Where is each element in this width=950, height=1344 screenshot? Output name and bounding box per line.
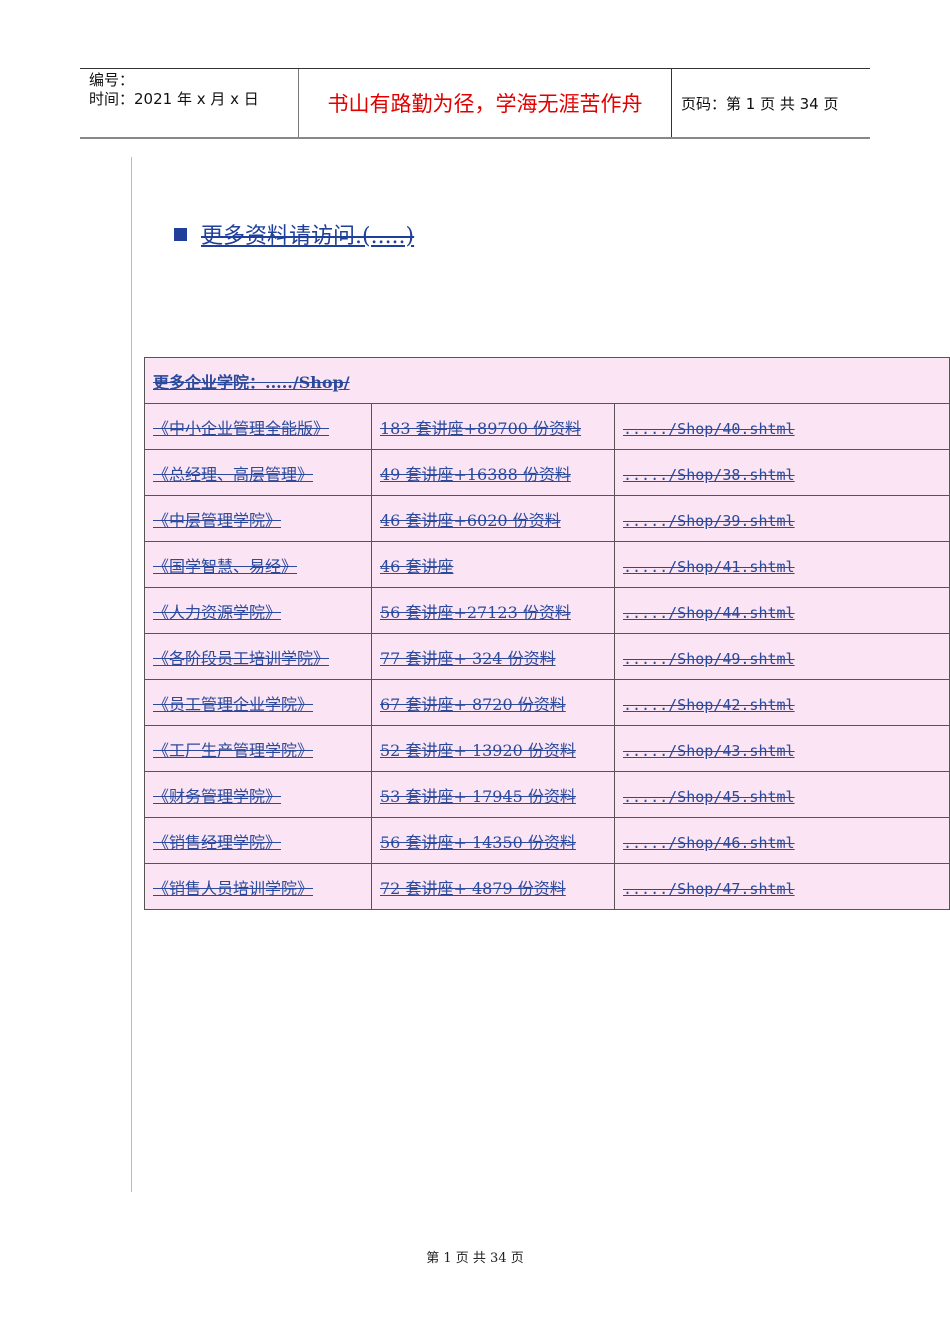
margin-line — [131, 157, 132, 1192]
table-cell: ...../Shop/42.shtml — [614, 679, 950, 726]
table-row: 《工厂生产管理学院》 52 套讲座+ 13920 份资料 ...../Shop/43… — [144, 725, 950, 772]
table-cell: ...../Shop/41.shtml — [614, 541, 950, 588]
table-cell: ...../Shop/38.shtml — [614, 449, 950, 496]
number-label: 编号： — [89, 71, 135, 89]
table-cell: 《员工管理企业学院》 — [144, 679, 372, 726]
course-count-link[interactable]: 67 套讲座+ 8720 份资料 — [380, 695, 566, 714]
course-table: 更多企业学院：...../Shop/ 《中小企业管理全能版》 183 套讲座+89… — [144, 357, 950, 910]
course-name-link[interactable]: 《财务管理学院》 — [153, 787, 281, 806]
table-cell: ...../Shop/39.shtml — [614, 495, 950, 542]
table-cell: 《各阶段员工培训学院》 — [144, 633, 372, 680]
table-row: 《各阶段员工培训学院》 77 套讲座+ 324 份资料 ...../Shop/49.… — [144, 633, 950, 680]
document-page: 编号： 时间：2021 年 x 月 x 日 书山有路勤为径，学海无涯苦作舟 页码… — [0, 0, 950, 1344]
table-cell: ...../Shop/49.shtml — [614, 633, 950, 680]
more-resources: 更多资料请访问.(.....) — [174, 218, 414, 250]
course-count-link[interactable]: 52 套讲座+ 13920 份资料 — [380, 741, 576, 760]
table-header-row: 更多企业学院：...../Shop/ — [144, 357, 950, 404]
table-cell: ...../Shop/44.shtml — [614, 587, 950, 634]
time-label: 时间：2021 年 x 月 x 日 — [89, 90, 259, 108]
table-cell: 《中小企业管理全能版》 — [144, 403, 372, 450]
table-cell: 56 套讲座+ 14350 份资料 — [371, 817, 615, 864]
square-bullet-icon — [174, 227, 187, 241]
course-name-link[interactable]: 《人力资源学院》 — [153, 603, 281, 622]
table-cell: 77 套讲座+ 324 份资料 — [371, 633, 615, 680]
table-row: 《销售人员培训学院》 72 套讲座+ 4879 份资料 ...../Shop/47.… — [144, 863, 950, 910]
course-name-link[interactable]: 《国学智慧、易经》 — [153, 557, 297, 576]
table-row: 《中层管理学院》 46 套讲座+6020 份资料 ...../Shop/39.sht… — [144, 495, 950, 542]
table-cell: 《工厂生产管理学院》 — [144, 725, 372, 772]
table-row: 《人力资源学院》 56 套讲座+27123 份资料 ...../Shop/44.sh… — [144, 587, 950, 634]
course-name-link[interactable]: 《销售经理学院》 — [153, 833, 281, 852]
table-cell: 《中层管理学院》 — [144, 495, 372, 542]
course-url-link[interactable]: ...../Shop/38.shtml — [623, 466, 795, 484]
table-cell: 67 套讲座+ 8720 份资料 — [371, 679, 615, 726]
table-cell: 53 套讲座+ 17945 份资料 — [371, 771, 615, 818]
table-cell: 《销售经理学院》 — [144, 817, 372, 864]
course-count-link[interactable]: 53 套讲座+ 17945 份资料 — [380, 787, 576, 806]
table-cell: 183 套讲座+89700 份资料 — [371, 403, 615, 450]
course-name-link[interactable]: 《中小企业管理全能版》 — [153, 419, 329, 438]
table-cell: ...../Shop/46.shtml — [614, 817, 950, 864]
table-cell: 《财务管理学院》 — [144, 771, 372, 818]
table-cell: 46 套讲座 — [371, 541, 615, 588]
table-row: 《国学智慧、易经》 46 套讲座 ...../Shop/41.shtml — [144, 541, 950, 588]
table-cell: 《国学智慧、易经》 — [144, 541, 372, 588]
course-name-link[interactable]: 《各阶段员工培训学院》 — [153, 649, 329, 668]
course-url-link[interactable]: ...../Shop/39.shtml — [623, 512, 795, 530]
course-url-link[interactable]: ...../Shop/40.shtml — [623, 420, 795, 438]
table-cell: ...../Shop/43.shtml — [614, 725, 950, 772]
course-count-link[interactable]: 46 套讲座+6020 份资料 — [380, 511, 561, 530]
table-cell: ...../Shop/45.shtml — [614, 771, 950, 818]
table-row: 《中小企业管理全能版》 183 套讲座+89700 份资料 ...../Shop/4… — [144, 403, 950, 450]
course-url-link[interactable]: ...../Shop/49.shtml — [623, 650, 795, 668]
table-row: 《财务管理学院》 53 套讲座+ 17945 份资料 ...../Shop/45.s… — [144, 771, 950, 818]
table-cell: 56 套讲座+27123 份资料 — [371, 587, 615, 634]
course-url-link[interactable]: ...../Shop/47.shtml — [623, 880, 795, 898]
table-cell: 52 套讲座+ 13920 份资料 — [371, 725, 615, 772]
table-header-link[interactable]: 更多企业学院：...../Shop/ — [153, 373, 350, 392]
course-name-link[interactable]: 《总经理、高层管理》 — [153, 465, 313, 484]
course-name-link[interactable]: 《中层管理学院》 — [153, 511, 281, 530]
course-name-link[interactable]: 《工厂生产管理学院》 — [153, 741, 313, 760]
course-url-link[interactable]: ...../Shop/43.shtml — [623, 742, 795, 760]
course-url-link[interactable]: ...../Shop/41.shtml — [623, 558, 795, 576]
course-name-link[interactable]: 《员工管理企业学院》 — [153, 695, 313, 714]
course-name-link[interactable]: 《销售人员培训学院》 — [153, 879, 313, 898]
course-count-link[interactable]: 56 套讲座+ 14350 份资料 — [380, 833, 576, 852]
table-cell: 《总经理、高层管理》 — [144, 449, 372, 496]
course-count-link[interactable]: 49 套讲座+16388 份资料 — [380, 465, 571, 484]
page-header: 编号： 时间：2021 年 x 月 x 日 书山有路勤为径，学海无涯苦作舟 页码… — [80, 68, 870, 139]
course-count-link[interactable]: 72 套讲座+ 4879 份资料 — [380, 879, 566, 898]
page-info: 页码：第 1 页 共 34 页 — [681, 94, 839, 113]
course-count-link[interactable]: 56 套讲座+27123 份资料 — [380, 603, 571, 622]
table-cell: 49 套讲座+16388 份资料 — [371, 449, 615, 496]
course-count-link[interactable]: 183 套讲座+89700 份资料 — [380, 419, 581, 438]
motto: 书山有路勤为径，学海无涯苦作舟 — [299, 69, 672, 137]
header-meta: 编号： 时间：2021 年 x 月 x 日 — [80, 69, 299, 137]
table-row: 《员工管理企业学院》 67 套讲座+ 8720 份资料 ...../Shop/42.… — [144, 679, 950, 726]
course-count-link[interactable]: 46 套讲座 — [380, 557, 453, 576]
more-resources-link[interactable]: 更多资料请访问.(.....) — [201, 218, 414, 250]
table-cell: 《销售人员培训学院》 — [144, 863, 372, 910]
table-row: 《销售经理学院》 56 套讲座+ 14350 份资料 ...../Shop/46.s… — [144, 817, 950, 864]
table-cell: 《人力资源学院》 — [144, 587, 372, 634]
table-cell: ...../Shop/40.shtml — [614, 403, 950, 450]
course-url-link[interactable]: ...../Shop/42.shtml — [623, 696, 795, 714]
course-url-link[interactable]: ...../Shop/46.shtml — [623, 834, 795, 852]
course-count-link[interactable]: 77 套讲座+ 324 份资料 — [380, 649, 556, 668]
page-footer: 第 1 页 共 34 页 — [426, 1251, 524, 1266]
table-cell: ...../Shop/47.shtml — [614, 863, 950, 910]
table-cell: 46 套讲座+6020 份资料 — [371, 495, 615, 542]
table-row: 《总经理、高层管理》 49 套讲座+16388 份资料 ...../Shop/38.… — [144, 449, 950, 496]
course-url-link[interactable]: ...../Shop/45.shtml — [623, 788, 795, 806]
course-url-link[interactable]: ...../Shop/44.shtml — [623, 604, 795, 622]
table-cell: 72 套讲座+ 4879 份资料 — [371, 863, 615, 910]
